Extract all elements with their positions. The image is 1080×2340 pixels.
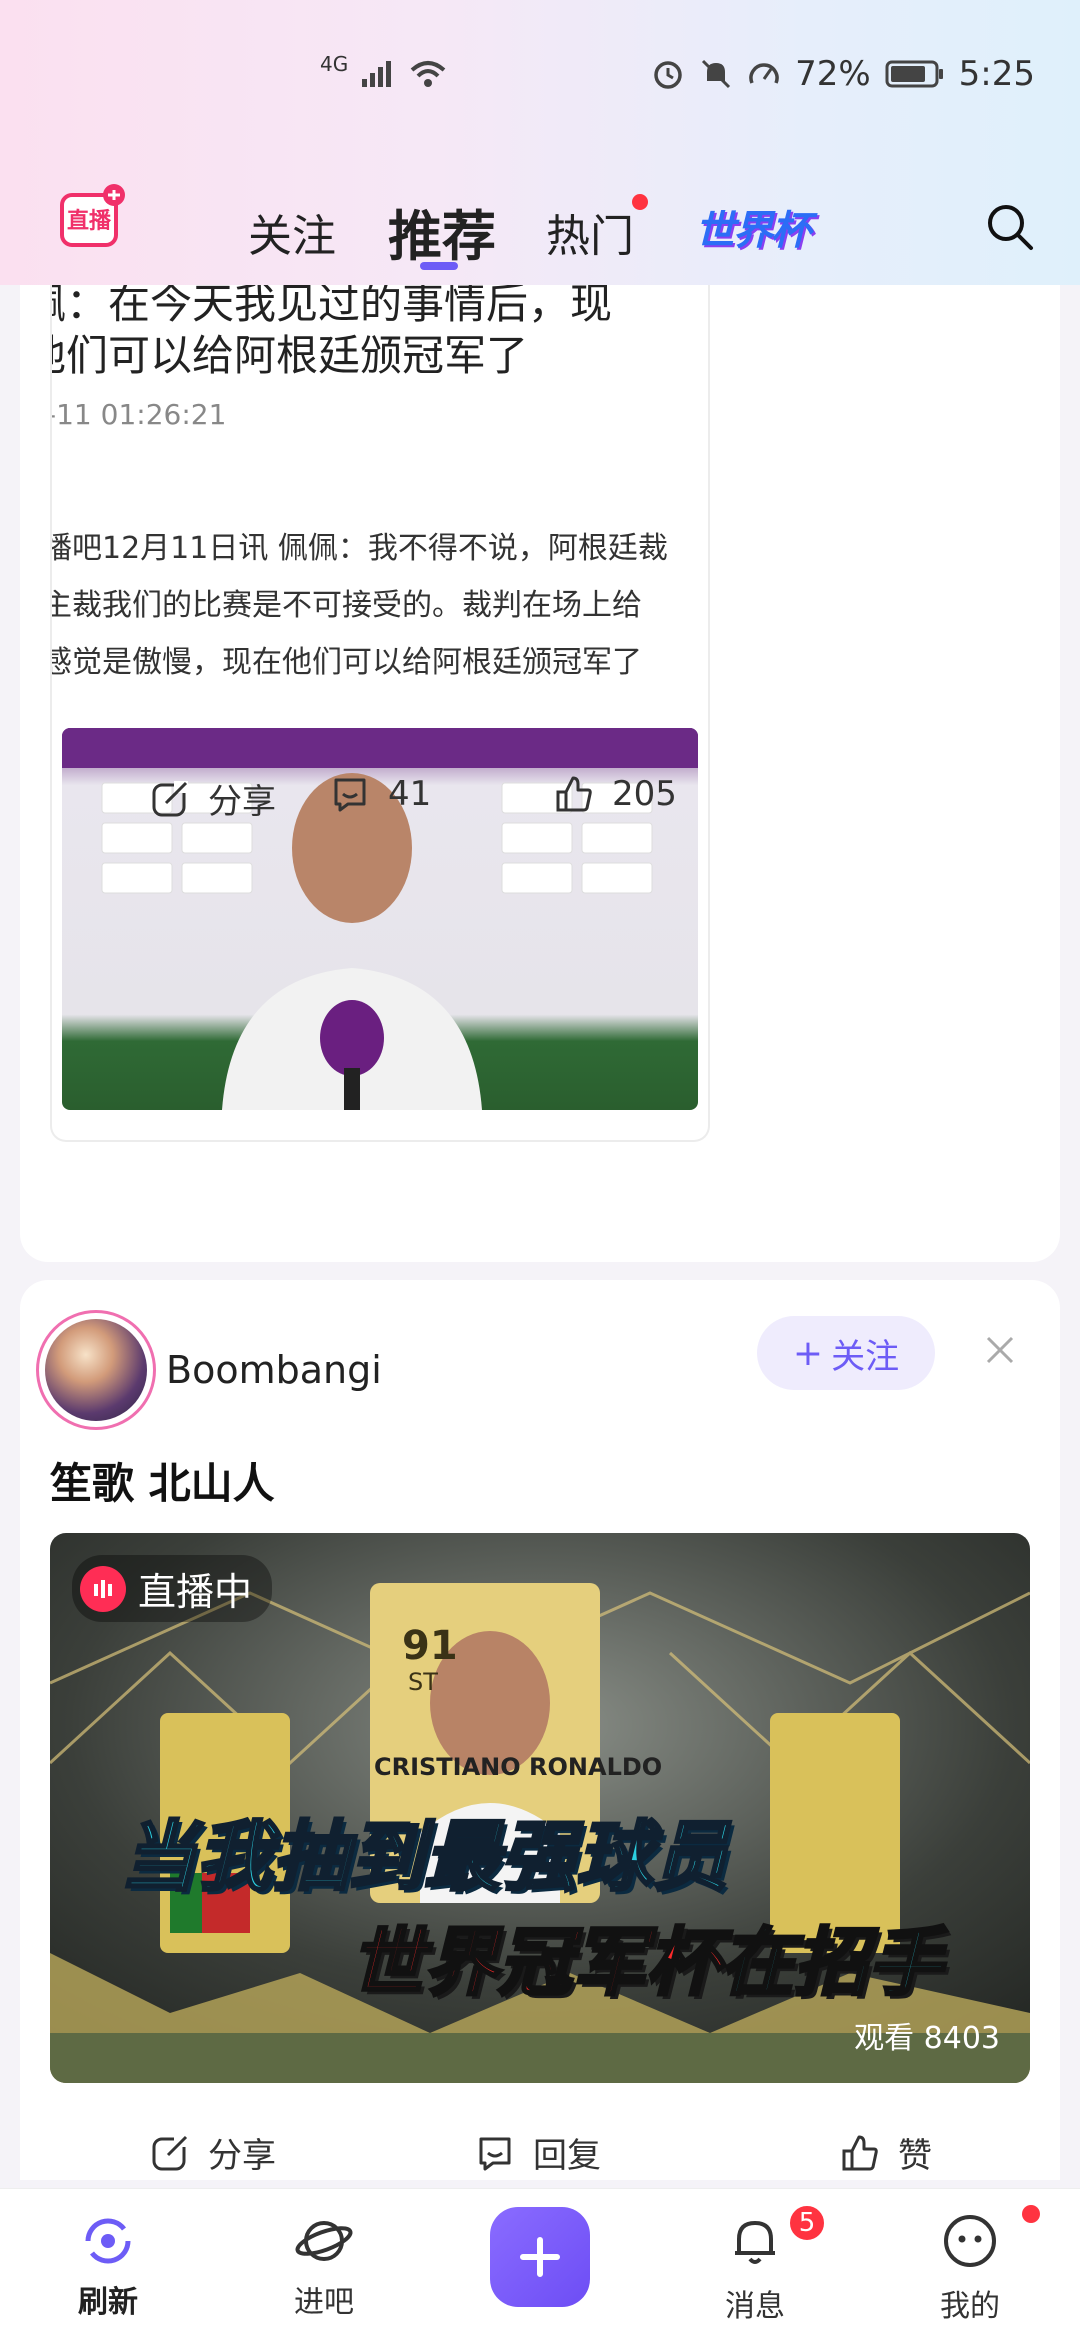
stream-caption-line1: 当我抽到最强球员 [119,1811,730,1903]
post1-like-count: 205 [612,774,677,814]
network-type: 4G [320,52,349,76]
clock-time: 5:25 [958,54,1035,94]
profile-wrap [940,2205,1040,2275]
stream-caption-cyan: 在招手 [719,1919,944,2008]
nav-refresh[interactable]: 刷新 [48,2211,168,2321]
nav-forums-label: 进吧 [294,2285,354,2320]
stream-caption-line2: 世界冠军杯在招手 [349,1903,944,2010]
close-icon[interactable] [980,1330,1020,1370]
top-nav: 直播 关注 推荐 热门 世界杯 [0,180,1080,280]
post2-title: 笙歌 北山人 [50,1459,275,1508]
nav-messages[interactable]: 5 消息 [695,2203,827,2325]
battery-icon [885,60,943,88]
bottom-nav: 刷新 进吧 5 消息 我的 [0,2188,1080,2340]
thumbs-up-icon [556,776,592,812]
nav-profile[interactable]: 我的 [910,2205,1040,2325]
news-embed[interactable]: 佩：在今天我见过的事情后，现 他们可以给阿根廷颁冠军了 -11 01:26:21… [50,200,710,1142]
signal-icon [362,61,392,87]
card-position: ST [408,1668,438,1696]
tab-hot[interactable]: 热门 [546,200,634,264]
app-logo[interactable]: 直播 [58,183,128,253]
news-body-line2: 主裁我们的比赛是不可接受的。裁判在场上给 [50,588,642,623]
nav-forums[interactable]: 进吧 [264,2211,384,2321]
news-body-line1: 播吧12月11日讯 佩佩：我不得不说，阿根廷裁 [50,531,668,566]
post2-reply-button[interactable]: 回复 [475,2128,601,2177]
plus-icon [520,2237,560,2277]
post1-share-label: 分享 [208,782,276,822]
news-title-line2: 他们可以给阿根廷颁冠军了 [50,331,529,380]
stream-caption-red: 世界冠军杯 [349,1919,722,2008]
comment-icon [334,778,366,812]
status-left: 4G [320,52,448,90]
smiley-icon [944,2215,996,2267]
post1-like-button[interactable]: 205 [554,774,677,814]
alarm-icon [654,61,682,89]
nav-messages-label: 消息 [725,2289,785,2324]
live-badge-text: 直播中 [138,1570,253,1614]
post2-share-label: 分享 [208,2136,276,2176]
message-count-badge: 5 [787,2203,827,2243]
hot-tab-dot [632,194,648,210]
avatar[interactable] [36,1310,156,1430]
status-right: 72% 5:25 [651,54,1035,94]
profile-notification-dot [1022,2205,1040,2223]
nav-refresh-label: 刷新 [78,2285,138,2320]
wifi-icon [410,61,446,87]
status-bar: 4G 72% 5:25 [0,50,1080,110]
share-icon [152,2134,188,2170]
live-stream-thumbnail[interactable]: 91 ST CRISTIANO RONALDO 直播中 当我抽到最强球员 世界冠… [50,1533,1030,2083]
refresh-icon [85,2218,131,2264]
news-time: -11 01:26:21 [50,398,227,431]
news-body: 播吧12月11日讯 佩佩：我不得不说，阿根廷裁 主裁我们的比赛是不可接受的。裁判… [50,520,708,691]
post1-comment-count: 41 [388,774,432,814]
share-icon [152,780,188,816]
news-body-line3: 感觉是傲慢，现在他们可以给阿根廷颁冠军了 [50,645,642,680]
post2-reply-label: 回复 [533,2136,601,2176]
post-card-1[interactable]: 佩：在今天我见过的事情后，现 他们可以给阿根廷颁冠军了 -11 01:26:21… [20,200,1060,1262]
tab-recommend[interactable]: 推荐 [388,192,496,271]
news-title: 佩：在今天我见过的事情后，现 他们可以给阿根廷颁冠军了 [50,278,708,382]
post1-share-button[interactable]: 分享 [150,774,276,823]
svg-text:直播: 直播 [67,208,112,234]
post2-username[interactable]: Boombangi [166,1348,382,1392]
battery-percent: 72% [795,54,871,94]
nav-profile-label: 我的 [940,2289,1000,2324]
mute-icon [702,59,731,89]
card-player-name: CRISTIANO RONALDO [374,1753,663,1781]
live-icon [80,1565,126,1612]
post1-comment-button[interactable]: 41 [330,774,431,814]
post-card-2[interactable]: Boombangi + 关注 笙歌 北山人 91 ST CRISTIANO RO… [20,1280,1060,2180]
planet-icon [295,2221,353,2261]
post2-share-button[interactable]: 分享 [150,2128,276,2177]
news-title-line1: 佩：在今天我见过的事情后，现 [50,279,613,328]
app-logo-icon: 直播 [60,184,125,247]
plus-icon: + [792,1332,824,1374]
create-post-button[interactable] [490,2207,590,2307]
comment-icon [479,2137,511,2170]
bell-icon [735,2221,775,2264]
tab-follow[interactable]: 关注 [248,200,336,264]
live-badge: 直播中 [72,1555,273,1622]
active-tab-indicator [420,262,458,270]
follow-button[interactable]: + 关注 [757,1316,935,1390]
bell-wrap: 5 [725,2203,827,2275]
follow-label: 关注 [831,1336,900,1377]
thumbs-up-icon [842,2135,878,2170]
tab-world-cup[interactable]: 世界杯 [695,198,811,256]
speedometer-icon [749,63,779,84]
card-rating: 91 [402,1623,458,1669]
post2-like-button[interactable]: 赞 [840,2128,932,2177]
view-count: 观看 8403 [854,2021,1000,2056]
post2-like-label: 赞 [898,2136,932,2176]
top-header: 4G 72% 5:25 直播 关注 推荐 热门 世界杯 [0,0,1080,285]
search-icon[interactable] [985,202,1035,252]
